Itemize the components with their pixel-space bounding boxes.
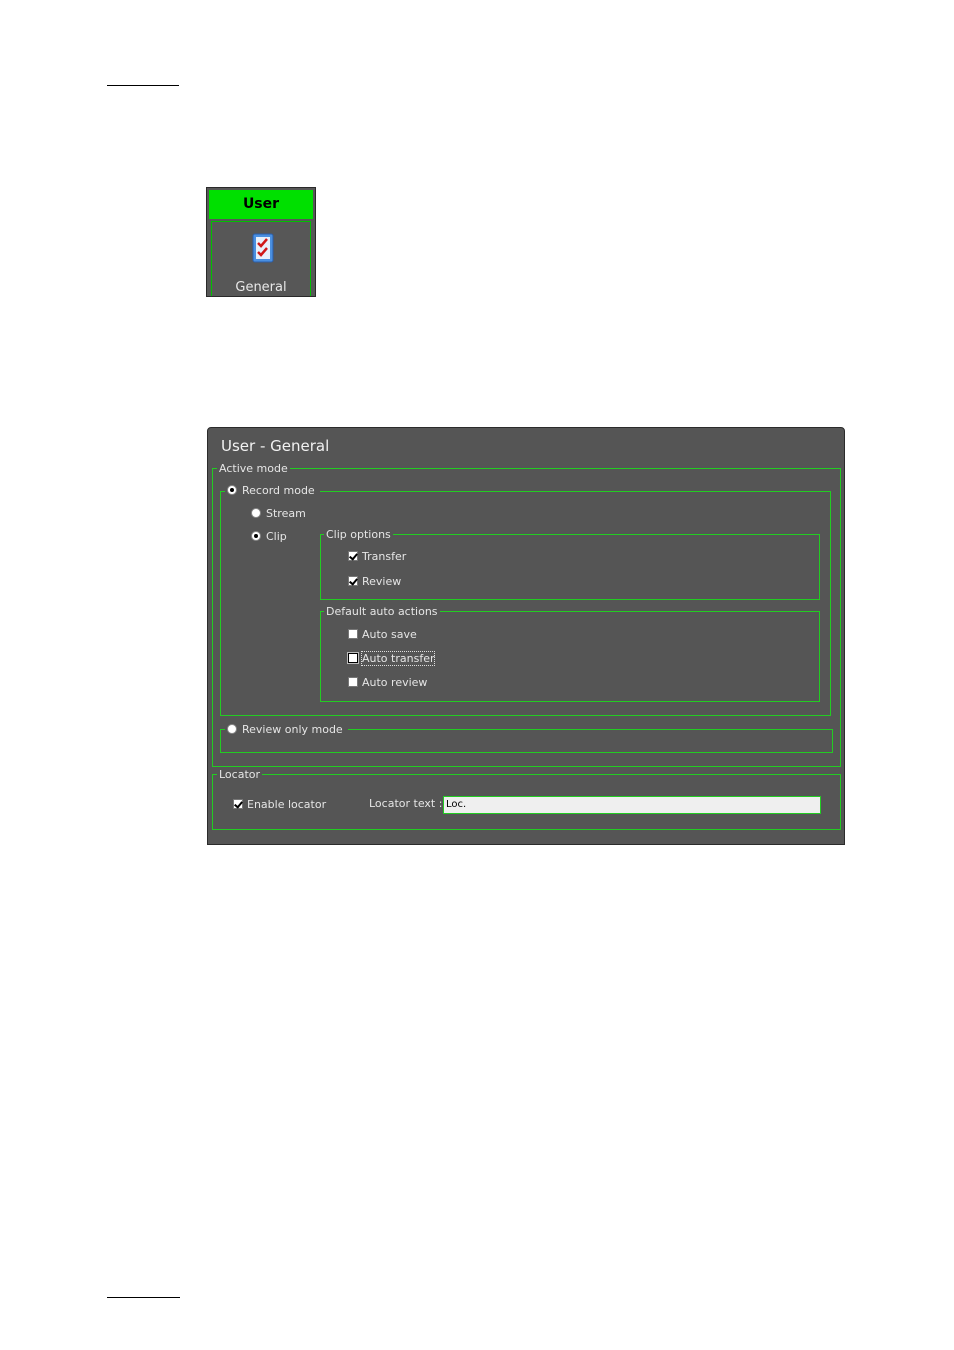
enable-locator-checkbox-box	[233, 799, 243, 809]
record-mode-radio-indicator	[227, 485, 237, 495]
auto-review-checkbox[interactable]: Auto review	[348, 676, 427, 689]
user-button-header: User	[209, 190, 313, 219]
user-button-body: General	[211, 221, 311, 296]
locator-text-input[interactable]: Loc.	[443, 796, 821, 814]
record-mode-radio[interactable]: Record mode	[225, 484, 320, 497]
stream-radio-indicator	[251, 508, 261, 518]
checklist-icon	[252, 233, 274, 263]
transfer-checkbox-box	[348, 551, 358, 561]
user-general-dialog: User - General Active mode Record mode S…	[207, 427, 845, 845]
auto-save-checkbox-box	[348, 629, 358, 639]
clip-options-group	[320, 534, 820, 600]
review-only-mode-radio-indicator	[227, 724, 237, 734]
auto-save-label: Auto save	[362, 628, 417, 641]
auto-transfer-checkbox-box	[347, 652, 359, 664]
transfer-label: Transfer	[362, 550, 407, 563]
review-only-mode-radio[interactable]: Review only mode	[225, 723, 348, 736]
locator-label: Locator	[217, 768, 263, 781]
clip-options-label: Clip options	[324, 528, 393, 541]
transfer-checkbox[interactable]: Transfer	[348, 550, 406, 563]
top-header-rule	[107, 85, 179, 86]
record-mode-label: Record mode	[242, 484, 315, 497]
enable-locator-checkbox[interactable]: Enable locator	[233, 798, 326, 811]
clip-radio[interactable]: Clip	[251, 530, 287, 543]
auto-review-label: Auto review	[362, 676, 428, 689]
bottom-footer-rule	[107, 1297, 180, 1298]
active-mode-label: Active mode	[217, 462, 290, 475]
locator-text-label: Locator text :	[369, 797, 443, 810]
auto-transfer-label: Auto transfer	[360, 651, 436, 666]
review-checkbox[interactable]: Review	[348, 575, 401, 588]
stream-radio[interactable]: Stream	[251, 507, 306, 520]
review-label: Review	[362, 575, 402, 588]
auto-save-checkbox[interactable]: Auto save	[348, 628, 417, 641]
user-general-button[interactable]: User General	[206, 187, 316, 297]
review-only-mode-label: Review only mode	[242, 723, 343, 736]
review-checkbox-box	[348, 576, 358, 586]
auto-review-checkbox-box	[348, 677, 358, 687]
clip-label: Clip	[266, 530, 287, 543]
user-button-label: General	[235, 280, 287, 295]
clip-radio-indicator	[251, 531, 261, 541]
enable-locator-label: Enable locator	[247, 798, 327, 811]
auto-transfer-checkbox[interactable]: Auto transfer	[347, 651, 436, 666]
stream-label: Stream	[266, 507, 306, 520]
default-auto-actions-label: Default auto actions	[324, 605, 440, 618]
dialog-title: User - General	[221, 437, 330, 455]
